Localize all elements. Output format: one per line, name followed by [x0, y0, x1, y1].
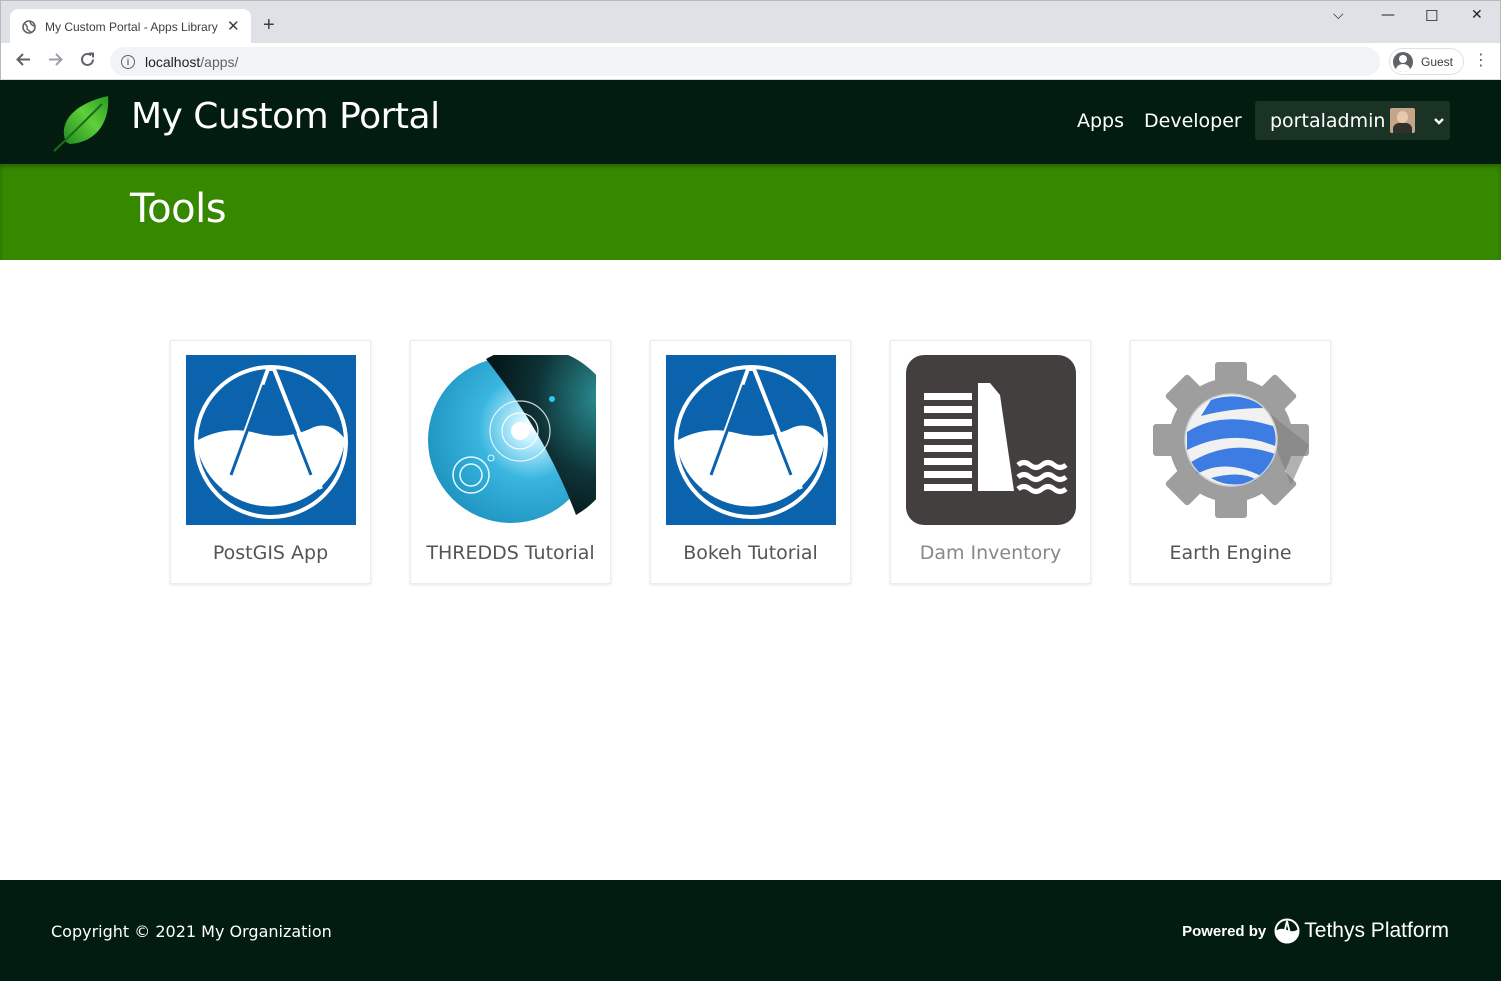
user-name: portaladmin: [1270, 109, 1386, 132]
profile-avatar-icon: [1393, 51, 1413, 72]
nav-apps[interactable]: Apps: [1077, 110, 1124, 132]
globe-icon: [22, 19, 36, 34]
minimize-icon[interactable]: —: [1381, 7, 1395, 23]
app-name: Dam Inventory: [919, 542, 1062, 564]
page-footer: Copyright © 2021 My Organization Powered…: [0, 880, 1501, 981]
browser-tab[interactable]: My Custom Portal - Apps Library ✕: [10, 9, 251, 44]
copyright-text: Copyright © 2021 My Organization: [51, 922, 332, 941]
page-title-band: Tools: [0, 164, 1501, 260]
url-path: /apps/: [200, 53, 239, 70]
browser-toolbar: i localhost/apps/ Guest ⋮: [0, 43, 1501, 80]
site-info-icon[interactable]: i: [121, 54, 135, 69]
user-avatar: [1390, 108, 1416, 133]
new-tab-icon[interactable]: +: [263, 15, 275, 35]
nav-developer[interactable]: Developer: [1144, 110, 1242, 132]
address-bar[interactable]: i localhost/apps/: [110, 47, 1380, 76]
maximize-icon[interactable]: ☐: [1425, 7, 1438, 25]
portal-brand[interactable]: My Custom Portal: [131, 96, 440, 137]
app-tile-bokeh[interactable]: Bokeh Tutorial: [650, 340, 851, 584]
browser-tab-bar: My Custom Portal - Apps Library ✕ + ⌵ — …: [0, 0, 1501, 44]
browser-menu-icon[interactable]: ⋮: [1473, 52, 1489, 68]
close-tab-icon[interactable]: ✕: [227, 19, 240, 34]
profile-button[interactable]: Guest: [1389, 48, 1465, 75]
app-tile-thredds[interactable]: THREDDS Tutorial: [410, 340, 622, 584]
chevron-down-icon: [1432, 114, 1446, 128]
tethys-arch-icon: [186, 355, 356, 525]
app-name: Earth Engine: [1169, 542, 1292, 564]
earth-engine-gear-icon: [1146, 355, 1316, 525]
thredds-orb-icon: [426, 346, 622, 525]
dam-icon: [906, 355, 1076, 525]
url-host: localhost: [145, 53, 201, 70]
platform-name: Tethys Platform: [1304, 919, 1449, 942]
app-name: THREDDS Tutorial: [426, 542, 595, 564]
forward-icon[interactable]: [47, 51, 64, 72]
back-icon[interactable]: [15, 51, 32, 72]
close-window-icon[interactable]: ✕: [1471, 7, 1483, 23]
reload-icon[interactable]: [79, 51, 96, 72]
tab-search-icon[interactable]: ⌵: [1333, 7, 1344, 23]
profile-name: Guest: [1421, 54, 1454, 69]
portal-header: My Custom Portal Apps Developer portalad…: [0, 80, 1501, 164]
tethys-logo-icon: [1274, 918, 1300, 944]
powered-by[interactable]: Powered by Tethys Platform: [1182, 918, 1449, 944]
page-title: Tools: [130, 186, 227, 232]
app-tile-postgis[interactable]: PostGIS App: [170, 340, 371, 584]
app-tile-earth-engine[interactable]: Earth Engine: [1130, 340, 1331, 584]
user-menu-button[interactable]: portaladmin: [1255, 101, 1450, 140]
app-tile-dam-inventory[interactable]: Dam Inventory: [890, 340, 1091, 584]
powered-by-label: Powered by: [1182, 922, 1267, 940]
tab-title: My Custom Portal - Apps Library: [45, 19, 218, 34]
leaf-logo-icon[interactable]: [52, 94, 112, 152]
tethys-arch-icon: [666, 355, 836, 525]
app-name: Bokeh Tutorial: [683, 542, 818, 564]
app-name: PostGIS App: [212, 542, 329, 564]
